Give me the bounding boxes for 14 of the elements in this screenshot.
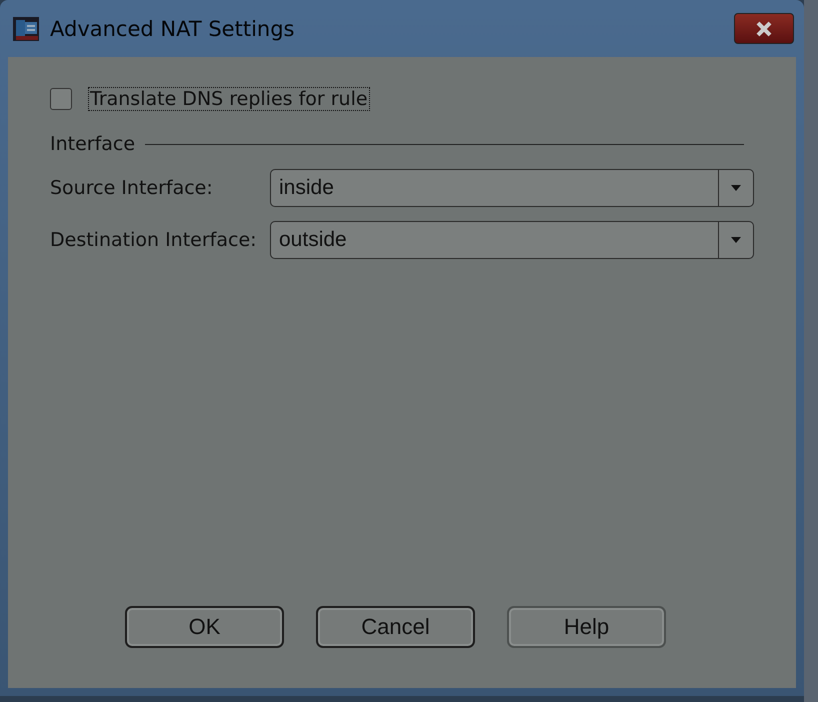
close-button[interactable] [734,13,794,44]
checkbox[interactable] [50,88,72,110]
dropdown[interactable]: outside [270,221,754,259]
group-title: Interface [50,133,136,155]
dialog-button[interactable]: OK [125,606,284,648]
caret-icon [730,236,742,244]
caret-icon [730,184,742,192]
field-label: Source Interface: [50,177,214,199]
window-title: Advanced NAT Settings [50,16,296,40]
dialog-button[interactable]: Cancel [316,606,475,648]
dialog-button[interactable]: Help [507,606,666,648]
dropdown[interactable]: inside [270,169,754,207]
checkbox-label[interactable]: Translate DNS replies for rule [88,87,370,111]
field-label: Destination Interface: [50,229,258,251]
